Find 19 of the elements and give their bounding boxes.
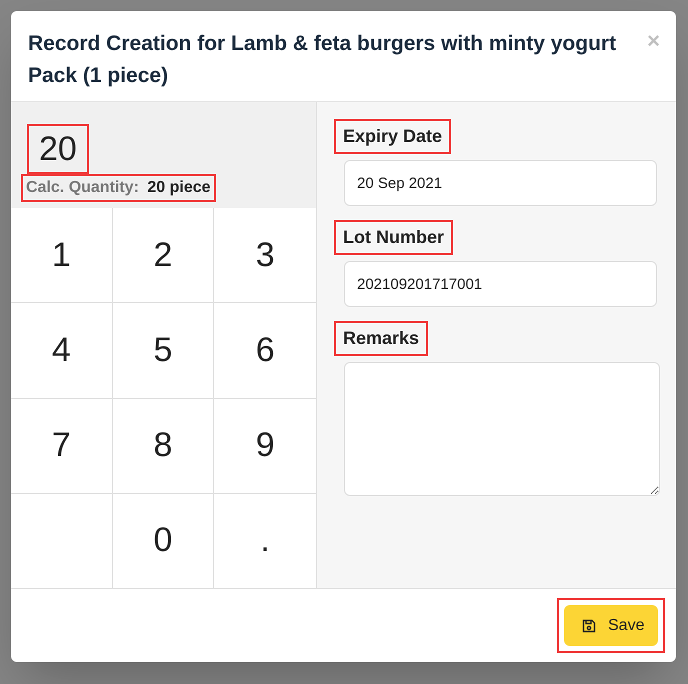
keypad-key[interactable]: 5	[112, 303, 214, 398]
calc-quantity-value: 20 piece	[147, 179, 211, 196]
calc-quantity-label: Calc. Quantity:	[26, 179, 139, 196]
field-label: Expiry Date	[343, 125, 442, 148]
keypad-key[interactable]: 4	[11, 303, 113, 398]
input-field[interactable]: 20 Sep 2021	[344, 160, 657, 206]
dialog-title: Record Creation for Lamb & feta burgers with minty yogurt Pack (1 piece)	[28, 31, 618, 89]
field-label: Lot Number	[343, 226, 444, 249]
keypad-key[interactable]: 0	[112, 494, 214, 588]
text-area[interactable]	[344, 362, 660, 496]
save-button[interactable]: Save	[564, 605, 658, 646]
keypad-key[interactable]: 7	[11, 398, 113, 494]
keypad-key[interactable]: 9	[214, 398, 316, 494]
input-field[interactable]: 202109201717001	[344, 261, 657, 307]
keypad-key[interactable]: 8	[112, 398, 214, 494]
quantity-value: 20	[39, 129, 77, 169]
keypad-key[interactable]: 2	[112, 208, 214, 304]
field-label: Remarks	[343, 327, 420, 350]
keypad-key[interactable]: 1	[11, 208, 113, 304]
